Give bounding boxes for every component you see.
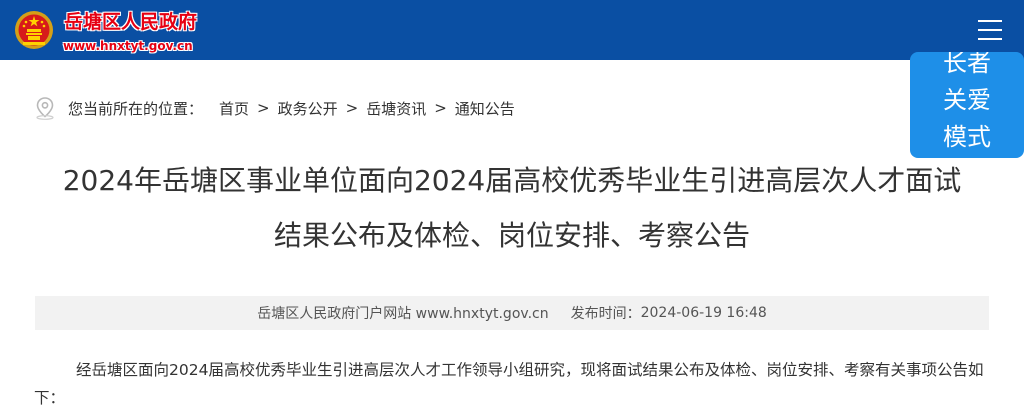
breadcrumb-prefix: 您当前所在的位置： <box>68 99 204 118</box>
site-name[interactable]: 岳塘区人民政府 <box>64 11 197 33</box>
article-source: 岳塘区人民政府门户网站 www.hnxtyt.gov.cn <box>257 306 549 322</box>
elder-mode-line-3: 模式 <box>943 123 991 151</box>
breadcrumb-news-link[interactable]: 岳塘资讯 <box>366 98 426 119</box>
breadcrumb-separator: > <box>345 99 359 117</box>
breadcrumb-gov-affairs-link[interactable]: 政务公开 <box>278 98 338 119</box>
breadcrumb-notices-link[interactable]: 通知公告 <box>455 98 515 119</box>
article-title: 2024年岳塘区事业单位面向2024届高校优秀毕业生引进高层次人才面试 结果公布… <box>0 153 1024 263</box>
elder-mode-line-1: 长者 <box>943 52 991 77</box>
location-pin-icon <box>36 97 54 120</box>
article-first-paragraph: 经岳塘区面向2024届高校优秀毕业生引进高层次人才工作领导小组研究，现将面试结果… <box>34 361 984 407</box>
site-url[interactable]: www.hnxtyt.gov.cn <box>63 38 193 54</box>
site-header: 岳塘区人民政府 www.hnxtyt.gov.cn <box>0 0 1024 60</box>
breadcrumb-home-link[interactable]: 首页 <box>219 98 249 119</box>
publish-time: 2024-06-19 16:48 <box>640 305 767 321</box>
hamburger-menu-icon[interactable] <box>976 17 1004 43</box>
breadcrumb-separator: > <box>434 99 447 117</box>
article-title-line-1: 2024年岳塘区事业单位面向2024届高校优秀毕业生引进高层次人才面试 <box>62 164 962 197</box>
article-title-line-2: 结果公布及体检、岗位安排、考察公告 <box>273 219 750 252</box>
elder-care-mode-button[interactable]: 长者 关爱 模式 <box>910 52 1024 158</box>
article-meta-bar: 岳塘区人民政府门户网站 www.hnxtyt.gov.cn 发布时间： 2024… <box>35 296 989 330</box>
breadcrumb: 您当前所在的位置： 首页 > 政务公开 > 岳塘资讯 > 通知公告 <box>34 95 515 121</box>
national-emblem-icon[interactable] <box>14 10 54 50</box>
elder-mode-line-2: 关爱 <box>943 86 991 114</box>
breadcrumb-separator: > <box>257 99 270 117</box>
publish-time-label: 发布时间： <box>570 306 641 322</box>
